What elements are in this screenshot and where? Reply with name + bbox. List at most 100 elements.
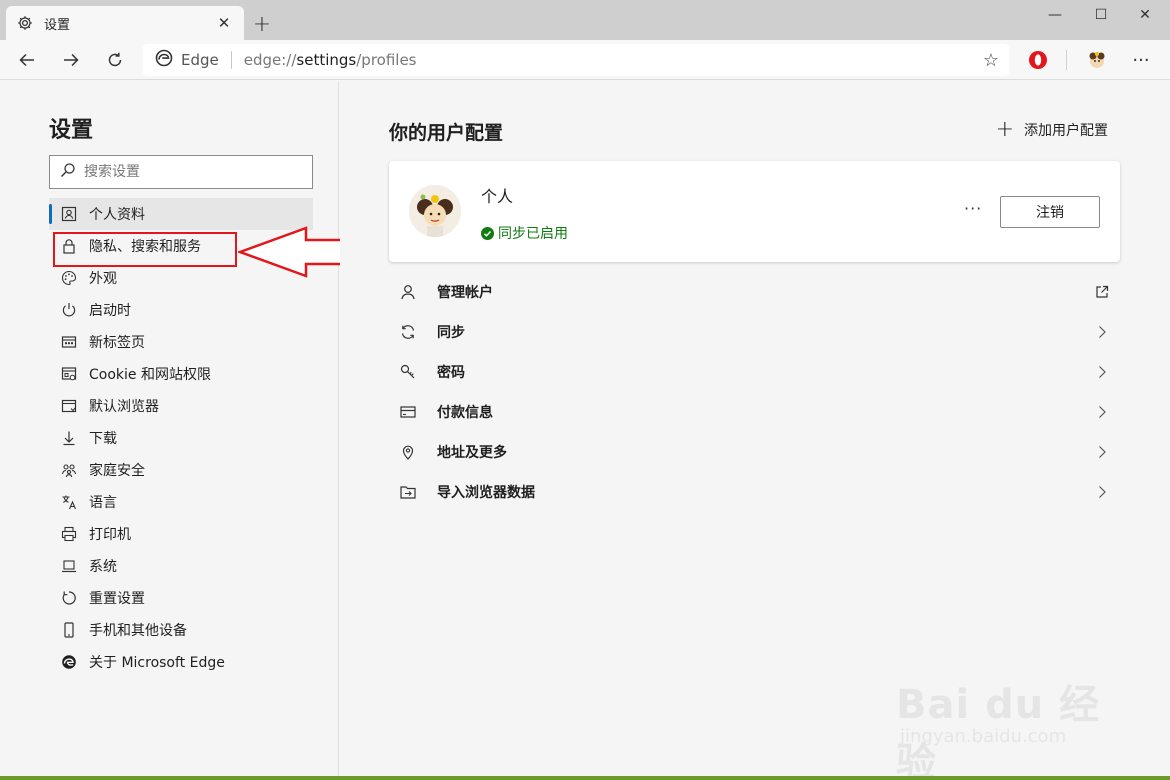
avatar-icon [1089, 52, 1105, 68]
sidebar-item-label: 个人资料 [89, 207, 145, 223]
menu-row-label: 同步 [437, 325, 465, 341]
settings-sidebar: 设置 个人资料 隐私、搜索和服务 外观 启动时 新标签页 Cookie [0, 81, 339, 780]
tab-settings[interactable]: 设置 ✕ [6, 6, 244, 40]
address-bar[interactable]: Edge edge://settings/profiles ☆ [143, 44, 1009, 76]
address-brand: Edge [181, 51, 219, 69]
sidebar-item-newtab[interactable]: 新标签页 [49, 326, 313, 358]
sync-status: 同步已启用 [481, 223, 568, 243]
site-permissions-icon [61, 366, 77, 382]
search-input[interactable] [84, 164, 304, 180]
sidebar-item-label: 启动时 [89, 303, 131, 319]
language-icon [61, 494, 77, 510]
sidebar-item-label: 新标签页 [89, 335, 145, 351]
bottom-edge-strip [0, 776, 1170, 780]
toolbar-divider [1066, 50, 1067, 70]
title-bar: 设置 ✕ + — ☐ ✕ [0, 0, 1170, 40]
profile-more-button[interactable]: ··· [964, 199, 982, 218]
person-icon [399, 283, 417, 301]
sidebar-item-default-browser[interactable]: 默认浏览器 [49, 390, 313, 422]
refresh-button[interactable] [100, 45, 130, 75]
close-window-button[interactable]: ✕ [1122, 0, 1168, 30]
search-box[interactable] [49, 155, 313, 189]
menu-row-payment[interactable]: 付款信息 [389, 392, 1120, 432]
menu-row-manage-account[interactable]: 管理帐户 [389, 272, 1120, 312]
back-button[interactable] [12, 45, 42, 75]
edge-logo-icon [155, 49, 173, 71]
sidebar-item-family[interactable]: 家庭安全 [49, 454, 313, 486]
power-icon [61, 302, 77, 318]
edge-logo-icon [61, 654, 77, 670]
annotation-highlight-box [53, 232, 237, 267]
menu-row-import-data[interactable]: 导入浏览器数据 [389, 472, 1120, 512]
sidebar-item-languages[interactable]: 语言 [49, 486, 313, 518]
external-link-icon [1094, 284, 1110, 300]
sign-out-button[interactable]: 注销 [1000, 196, 1100, 228]
sidebar-item-printers[interactable]: 打印机 [49, 518, 313, 550]
sidebar-item-label: Cookie 和网站权限 [89, 367, 211, 383]
chevron-right-icon [1094, 364, 1110, 380]
forward-arrow-icon [64, 53, 79, 67]
sidebar-item-label: 下载 [89, 431, 117, 447]
sidebar-item-about[interactable]: 关于 Microsoft Edge [49, 646, 313, 678]
menu-row-label: 地址及更多 [437, 445, 507, 461]
menu-row-label: 管理帐户 [437, 285, 493, 301]
sidebar-item-label: 语言 [89, 495, 117, 511]
sidebar-title: 设置 [49, 118, 94, 143]
gear-icon [16, 14, 34, 32]
menu-row-addresses[interactable]: 地址及更多 [389, 432, 1120, 472]
sidebar-item-system[interactable]: 系统 [49, 550, 313, 582]
location-pin-icon [399, 443, 417, 461]
import-folder-icon [399, 483, 417, 501]
laptop-icon [61, 558, 77, 574]
sidebar-item-label: 默认浏览器 [89, 399, 159, 415]
tab-close-button[interactable]: ✕ [214, 13, 234, 33]
avatar [409, 185, 461, 237]
new-tab-button[interactable]: + [250, 12, 274, 37]
family-icon [61, 462, 77, 478]
printer-icon [61, 526, 77, 542]
baidu-watermark: Bai du 经验 jingyan.baidu.com [896, 652, 1116, 780]
sync-icon [399, 323, 417, 341]
palette-icon [61, 270, 77, 286]
phone-icon [61, 622, 77, 638]
sidebar-item-startup[interactable]: 启动时 [49, 294, 313, 326]
menu-row-label: 付款信息 [437, 405, 493, 421]
sidebar-item-label: 手机和其他设备 [89, 623, 187, 639]
sidebar-item-label: 家庭安全 [89, 463, 145, 479]
search-icon [60, 162, 76, 182]
maximize-button[interactable]: ☐ [1078, 0, 1124, 30]
sidebar-item-label: 打印机 [89, 527, 131, 543]
menu-row-passwords[interactable]: 密码 [389, 352, 1120, 392]
profile-avatar-button[interactable] [1084, 47, 1110, 73]
opera-extension-icon[interactable] [1025, 47, 1051, 73]
browser-toolbar: Edge edge://settings/profiles ☆ ··· [0, 40, 1170, 80]
add-profile-button[interactable]: + 添加用户配置 [996, 119, 1108, 141]
sidebar-item-label: 系统 [89, 559, 117, 575]
profile-card: 个人 同步已启用 ··· 注销 [389, 161, 1120, 262]
minimize-button[interactable]: — [1032, 0, 1078, 30]
sidebar-item-cookies[interactable]: Cookie 和网站权限 [49, 358, 313, 390]
menu-row-label: 导入浏览器数据 [437, 485, 535, 501]
refresh-icon [108, 52, 122, 67]
sidebar-item-label: 关于 Microsoft Edge [89, 655, 225, 671]
forward-button[interactable] [56, 45, 86, 75]
sidebar-item-downloads[interactable]: 下载 [49, 422, 313, 454]
sidebar-item-label: 重置设置 [89, 591, 145, 607]
sync-status-text: 同步已启用 [498, 226, 568, 242]
back-arrow-icon [19, 53, 34, 67]
more-menu-button[interactable]: ··· [1128, 47, 1154, 73]
chevron-right-icon [1094, 484, 1110, 500]
reset-icon [61, 590, 77, 606]
page-title: 你的用户配置 [389, 122, 504, 144]
sidebar-item-phone[interactable]: 手机和其他设备 [49, 614, 313, 646]
sidebar-item-reset[interactable]: 重置设置 [49, 582, 313, 614]
favorite-star-icon[interactable]: ☆ [983, 50, 999, 71]
add-profile-label: 添加用户配置 [1024, 123, 1108, 139]
menu-row-label: 密码 [437, 365, 465, 381]
tab-title: 设置 [44, 17, 71, 33]
menu-row-sync[interactable]: 同步 [389, 312, 1120, 352]
download-icon [61, 430, 77, 446]
profile-name: 个人 [481, 187, 514, 206]
key-icon [399, 363, 417, 381]
check-circle-icon [481, 226, 494, 240]
